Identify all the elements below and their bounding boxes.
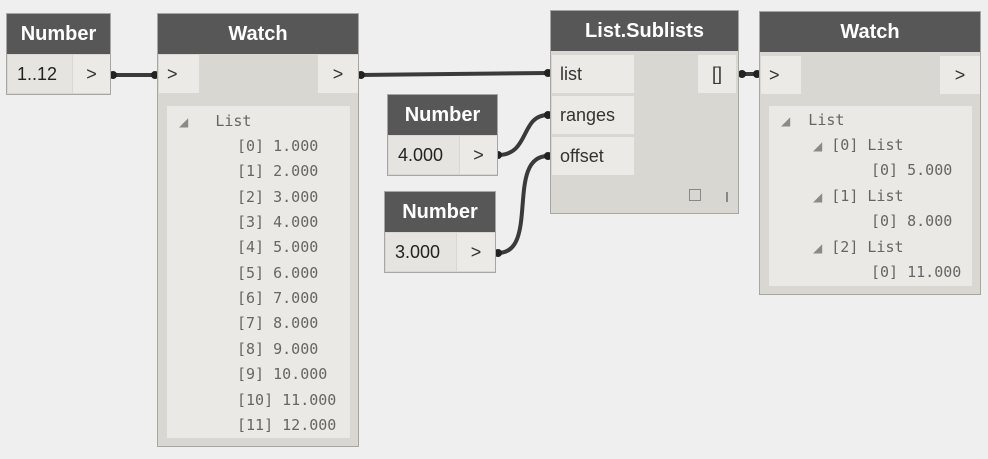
sublist-label: [2] List — [831, 238, 904, 256]
collapse-triangle-icon[interactable]: ◢ — [813, 190, 822, 204]
list-item: [9] 10.000 — [237, 365, 328, 383]
tree-root-label: List — [215, 112, 252, 130]
list-item: [2] 3.000 — [237, 188, 319, 206]
list-item: [6] 7.000 — [237, 289, 319, 307]
number-node-ranges[interactable]: Number 4.000 > — [387, 94, 498, 176]
input-port[interactable]: > — [159, 55, 199, 93]
output-port[interactable]: > — [73, 55, 110, 93]
list-item: [1] 2.000 — [237, 162, 319, 180]
output-port[interactable]: > — [460, 136, 497, 174]
wire-watch-to-list[interactable] — [359, 71, 549, 77]
list-item: [11] 12.000 — [237, 416, 337, 434]
number-node-range[interactable]: Number 1..12 > — [6, 13, 111, 95]
tree-root-label: List — [808, 111, 845, 129]
node-title[interactable]: Number — [388, 95, 497, 135]
collapse-triangle-icon[interactable]: ◢ — [179, 115, 188, 129]
list-item: [0] 11.000 — [871, 263, 962, 281]
collapse-triangle-icon[interactable]: ◢ — [781, 114, 790, 128]
input-port-list[interactable]: list — [552, 55, 634, 93]
node-title[interactable]: Number — [385, 192, 495, 232]
preview-square-icon[interactable] — [689, 189, 701, 201]
number-node-offset[interactable]: Number 3.000 > — [384, 191, 496, 273]
input-port[interactable]: > — [761, 56, 801, 94]
sublist-label: [1] List — [831, 187, 904, 205]
node-title[interactable]: Number — [7, 14, 110, 54]
tree-sublist[interactable]: ◢ [0] List — [813, 135, 904, 155]
wire-ranges[interactable] — [497, 113, 549, 157]
output-port[interactable]: > — [318, 55, 358, 93]
tree-sublist[interactable]: ◢ [2] List — [813, 237, 904, 257]
list-item: [4] 5.000 — [237, 238, 319, 256]
node-title[interactable]: Watch — [760, 12, 980, 52]
watch-node-left[interactable]: Watch > > ◢ List [0] 1.000 [1] 2.000 [2]… — [157, 13, 359, 447]
output-port-list[interactable]: [] — [698, 55, 736, 93]
list-item: [0] 5.000 — [871, 161, 953, 179]
tree-sublist[interactable]: ◢ [1] List — [813, 186, 904, 206]
number-value-input[interactable]: 1..12 — [8, 55, 72, 93]
list-item: [3] 4.000 — [237, 213, 319, 231]
list-item: [5] 6.000 — [237, 264, 319, 282]
sublist-label: [0] List — [831, 136, 904, 154]
number-value-input[interactable]: 4.000 — [389, 136, 459, 174]
tree-root[interactable]: ◢ List — [179, 111, 251, 131]
watch-preview-tree: ◢ List ◢ [0] List [0] 5.000 ◢ [1] List [… — [769, 106, 972, 286]
input-port-offset[interactable]: offset — [552, 137, 634, 175]
list-item: [7] 8.000 — [237, 314, 319, 332]
input-port-ranges[interactable]: ranges — [552, 96, 634, 134]
output-port[interactable]: > — [457, 233, 495, 271]
wire-offset[interactable] — [497, 154, 549, 255]
list-item: [8] 9.000 — [237, 340, 319, 358]
watch-node-right[interactable]: Watch > > ◢ List ◢ [0] List [0] 5.000 ◢ … — [759, 11, 981, 295]
collapse-triangle-icon[interactable]: ◢ — [813, 139, 822, 153]
output-port[interactable]: > — [940, 56, 980, 94]
list-sublists-node[interactable]: List.Sublists list ranges offset [] — [550, 10, 739, 214]
watch-preview-tree: ◢ List [0] 1.000 [1] 2.000 [2] 3.000 [3]… — [167, 106, 350, 438]
node-title[interactable]: List.Sublists — [551, 11, 738, 51]
list-item: [0] 1.000 — [237, 137, 319, 155]
list-item: [10] 11.000 — [237, 391, 337, 409]
node-title[interactable]: Watch — [158, 14, 358, 54]
collapse-triangle-icon[interactable]: ◢ — [813, 241, 822, 255]
list-item: [0] 8.000 — [871, 212, 953, 230]
port-dot — [738, 70, 746, 78]
tree-root[interactable]: ◢ List — [781, 110, 844, 130]
lacing-bar-icon[interactable] — [726, 192, 728, 202]
number-value-input[interactable]: 3.000 — [386, 233, 456, 271]
